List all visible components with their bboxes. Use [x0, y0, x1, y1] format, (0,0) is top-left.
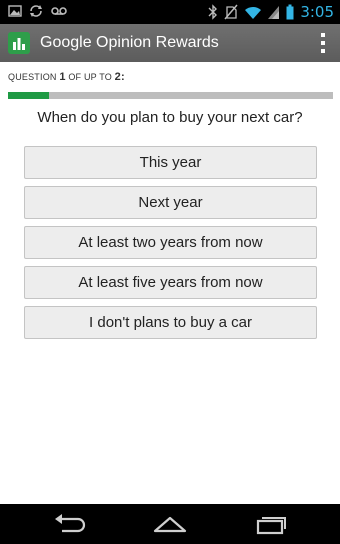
opinion-rewards-icon[interactable] — [8, 32, 30, 54]
question-text: When do you plan to buy your next car? — [37, 109, 303, 126]
wifi-icon — [245, 6, 262, 19]
answer-button[interactable]: I don't plans to buy a car — [24, 306, 317, 339]
status-clock: 3:05 — [300, 3, 334, 21]
answer-button[interactable]: This year — [24, 146, 317, 179]
voicemail-icon — [51, 7, 67, 15]
signal-icon — [268, 6, 280, 19]
screen: 3:05 Google Opinion Rewards QUESTION 1 O… — [0, 0, 340, 544]
sync-icon — [30, 5, 42, 17]
answer-list: This year Next year At least two years fro… — [24, 146, 317, 346]
counter-suffix: : — [120, 71, 125, 83]
app-title: Google Opinion Rewards — [40, 34, 219, 51]
answer-button[interactable]: Next year — [24, 186, 317, 219]
gallery-icon — [8, 5, 22, 17]
answer-button[interactable]: At least two years from now — [24, 226, 317, 259]
counter-middle: OF UP TO — [65, 72, 115, 82]
system-icons: 3:05 — [208, 2, 334, 22]
counter-prefix: QUESTION — [8, 72, 60, 82]
recent-apps-icon[interactable] — [252, 512, 292, 536]
answer-button[interactable]: At least five years from now — [24, 266, 317, 299]
overflow-menu-icon[interactable] — [318, 32, 328, 54]
bar-graph-icon — [13, 38, 25, 50]
action-bar: Google Opinion Rewards — [0, 24, 340, 62]
navigation-bar — [0, 504, 340, 544]
notification-icons — [8, 4, 68, 18]
bluetooth-icon — [208, 4, 218, 20]
battery-icon — [286, 4, 294, 20]
back-icon[interactable] — [48, 512, 88, 536]
survey-progress-bar — [8, 92, 333, 99]
status-bar: 3:05 — [0, 0, 340, 24]
question-counter: QUESTION 1 OF UP TO 2: — [8, 71, 125, 83]
survey-progress-fill — [8, 92, 49, 99]
home-icon[interactable] — [150, 512, 190, 536]
no-sim-icon — [224, 4, 238, 20]
